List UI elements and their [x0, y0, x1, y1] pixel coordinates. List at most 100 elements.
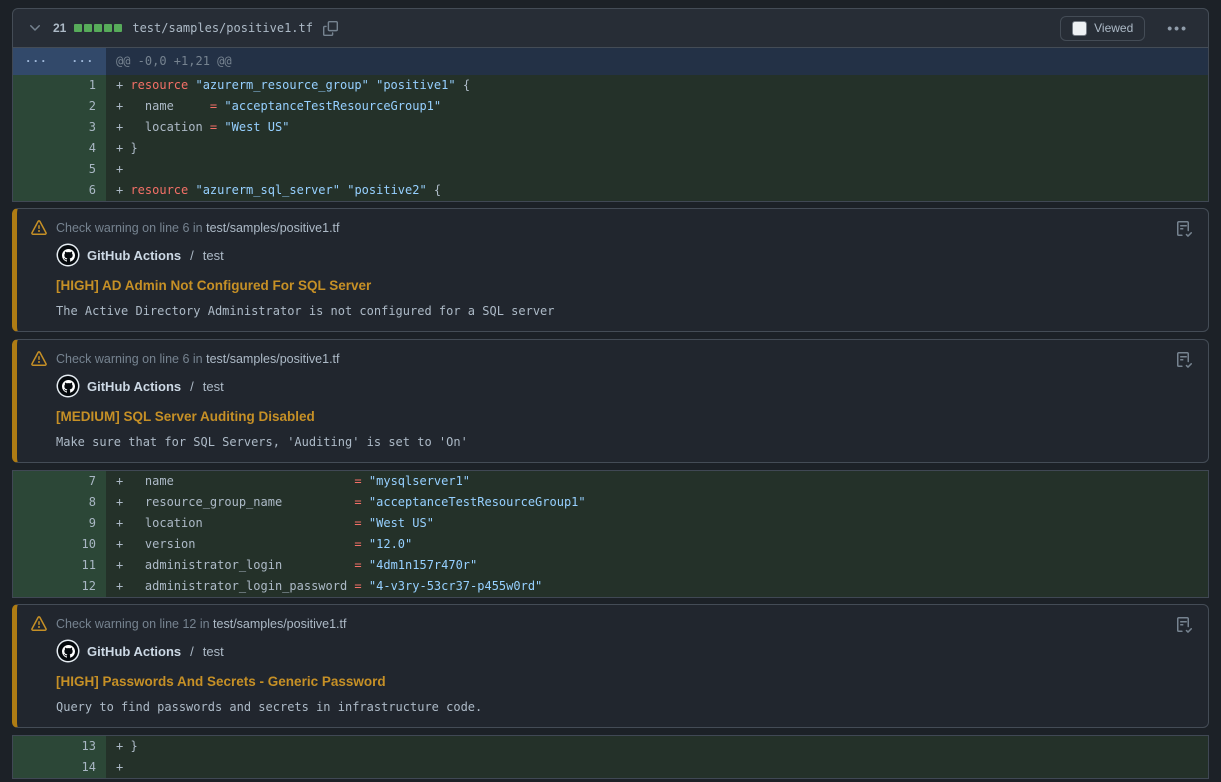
github-avatar: [58, 245, 78, 265]
chevron-down-icon: [27, 20, 43, 36]
code-line-content: + administrator_login = "4dm1n157r470r": [106, 555, 477, 576]
file-path-link[interactable]: test/samples/positive1.tf: [132, 21, 313, 35]
code-line-content: +: [106, 757, 123, 778]
diff-added-line: 9+ location = "West US": [13, 513, 1208, 534]
line-number[interactable]: 14: [13, 757, 106, 778]
diff-added-line: 7+ name = "mysqlserver1": [13, 471, 1208, 492]
github-octocat-icon: [62, 249, 75, 262]
tool-name[interactable]: GitHub Actions: [87, 248, 181, 263]
check-tool-row: GitHub Actions / test: [58, 245, 1192, 265]
diff-added-line: 14+: [13, 757, 1208, 778]
github-octocat-icon: [62, 645, 75, 658]
checklist-button[interactable]: [1174, 350, 1194, 370]
code-line-content: + administrator_login_password = "4-v3ry…: [106, 576, 542, 597]
warning-header-row: Check warning on line 6 in test/samples/…: [31, 220, 1192, 236]
code-line-content: + }: [106, 736, 138, 757]
code-line-content: +: [106, 159, 123, 180]
code-line-content: + location = "West US": [106, 117, 289, 138]
warning-description: The Active Directory Administrator is no…: [56, 304, 1192, 318]
warning-title: [HIGH] Passwords And Secrets - Generic P…: [56, 674, 1192, 689]
alert-triangle-icon: [31, 351, 47, 367]
tool-separator: /: [190, 379, 194, 394]
changes-count: 21: [53, 21, 66, 35]
section-2: 7+ name = "mysqlserver1"8+ resource_grou…: [12, 470, 1209, 598]
copy-path-button[interactable]: [321, 19, 340, 38]
code-line-content: + name = "mysqlserver1": [106, 471, 470, 492]
line-number[interactable]: 5: [13, 159, 106, 180]
github-octocat-icon: [62, 380, 75, 393]
diff-added-line: 8+ resource_group_name = "acceptanceTest…: [13, 492, 1208, 513]
warning-title: [MEDIUM] SQL Server Auditing Disabled: [56, 409, 1192, 424]
line-number[interactable]: 10: [13, 534, 106, 555]
line-number[interactable]: 4: [13, 138, 106, 159]
copy-icon: [323, 21, 338, 36]
file-options-kebab-button[interactable]: •••: [1159, 20, 1196, 36]
alert-triangle-icon: [31, 616, 47, 632]
warning-header-row: Check warning on line 12 in test/samples…: [31, 616, 1192, 632]
expand-hunk-button[interactable]: ···: [13, 48, 60, 75]
collapse-file-button[interactable]: [25, 18, 45, 38]
diffstat-squares: [74, 24, 122, 32]
warning-description: Make sure that for SQL Servers, 'Auditin…: [56, 435, 1192, 449]
checklist-icon: [1176, 617, 1192, 633]
line-number[interactable]: 6: [13, 180, 106, 201]
check-warning-annotation: Check warning on line 12 in test/samples…: [12, 604, 1209, 728]
line-number[interactable]: 1: [13, 75, 106, 96]
check-name: test: [203, 248, 224, 263]
github-avatar: [58, 376, 78, 396]
code-line-content: + resource "azurerm_sql_server" "positiv…: [106, 180, 441, 201]
hunk-gutter: ······: [13, 48, 106, 75]
line-number[interactable]: 8: [13, 492, 106, 513]
diff-added-line: 1+ resource "azurerm_resource_group" "po…: [13, 75, 1208, 96]
diff-added-line: 12+ administrator_login_password = "4-v3…: [13, 576, 1208, 597]
warning-location-text: Check warning on line 12 in test/samples…: [56, 617, 346, 631]
viewed-label: Viewed: [1094, 21, 1133, 35]
check-tool-row: GitHub Actions / test: [58, 376, 1192, 396]
checklist-icon: [1176, 352, 1192, 368]
line-number[interactable]: 2: [13, 96, 106, 117]
diff-added-line: 13+ }: [13, 736, 1208, 757]
check-warning-annotation: Check warning on line 6 in test/samples/…: [12, 208, 1209, 332]
code-line-content: + resource_group_name = "acceptanceTestR…: [106, 492, 586, 513]
section-3: 13+ }14+: [12, 735, 1209, 779]
diff-added-line: 2+ name = "acceptanceTestResourceGroup1": [13, 96, 1208, 117]
diff-added-line: 11+ administrator_login = "4dm1n157r470r…: [13, 555, 1208, 576]
section-1: ······@@ -0,0 +1,21 @@1+ resource "azure…: [12, 48, 1209, 202]
code-line-content: + location = "West US": [106, 513, 434, 534]
check-warning-annotation: Check warning on line 6 in test/samples/…: [12, 339, 1209, 463]
warning-location-text: Check warning on line 6 in test/samples/…: [56, 352, 340, 366]
checklist-button[interactable]: [1174, 615, 1194, 635]
alert-triangle-icon: [31, 220, 47, 236]
code-line-content: + }: [106, 138, 138, 159]
warning-header-row: Check warning on line 6 in test/samples/…: [31, 351, 1192, 367]
line-number[interactable]: 3: [13, 117, 106, 138]
code-line-content: + version = "12.0": [106, 534, 412, 555]
github-avatar: [58, 641, 78, 661]
expand-hunk-button[interactable]: ···: [60, 48, 107, 75]
kebab-icon: •••: [1167, 20, 1188, 36]
viewed-checkbox[interactable]: [1072, 21, 1087, 36]
diff-added-line: 6+ resource "azurerm_sql_server" "positi…: [13, 180, 1208, 201]
tool-separator: /: [190, 644, 194, 659]
line-number[interactable]: 11: [13, 555, 106, 576]
diff-body: ······@@ -0,0 +1,21 @@1+ resource "azure…: [12, 48, 1209, 779]
line-number[interactable]: 9: [13, 513, 106, 534]
tool-name[interactable]: GitHub Actions: [87, 379, 181, 394]
warning-title: [HIGH] AD Admin Not Configured For SQL S…: [56, 278, 1192, 293]
hunk-range-text: @@ -0,0 +1,21 @@: [106, 48, 232, 75]
tool-name[interactable]: GitHub Actions: [87, 644, 181, 659]
tool-separator: /: [190, 248, 194, 263]
line-number[interactable]: 13: [13, 736, 106, 757]
file-header: 21 test/samples/positive1.tf Viewed •••: [12, 8, 1209, 48]
line-number[interactable]: 12: [13, 576, 106, 597]
check-tool-row: GitHub Actions / test: [58, 641, 1192, 661]
hunk-header-row: ······@@ -0,0 +1,21 @@: [13, 48, 1208, 75]
viewed-toggle-button[interactable]: Viewed: [1060, 16, 1145, 41]
warning-description: Query to find passwords and secrets in i…: [56, 700, 1192, 714]
diff-added-line: 10+ version = "12.0": [13, 534, 1208, 555]
line-number[interactable]: 7: [13, 471, 106, 492]
checklist-button[interactable]: [1174, 219, 1194, 239]
check-name: test: [203, 379, 224, 394]
diff-added-line: 3+ location = "West US": [13, 117, 1208, 138]
diff-added-line: 4+ }: [13, 138, 1208, 159]
